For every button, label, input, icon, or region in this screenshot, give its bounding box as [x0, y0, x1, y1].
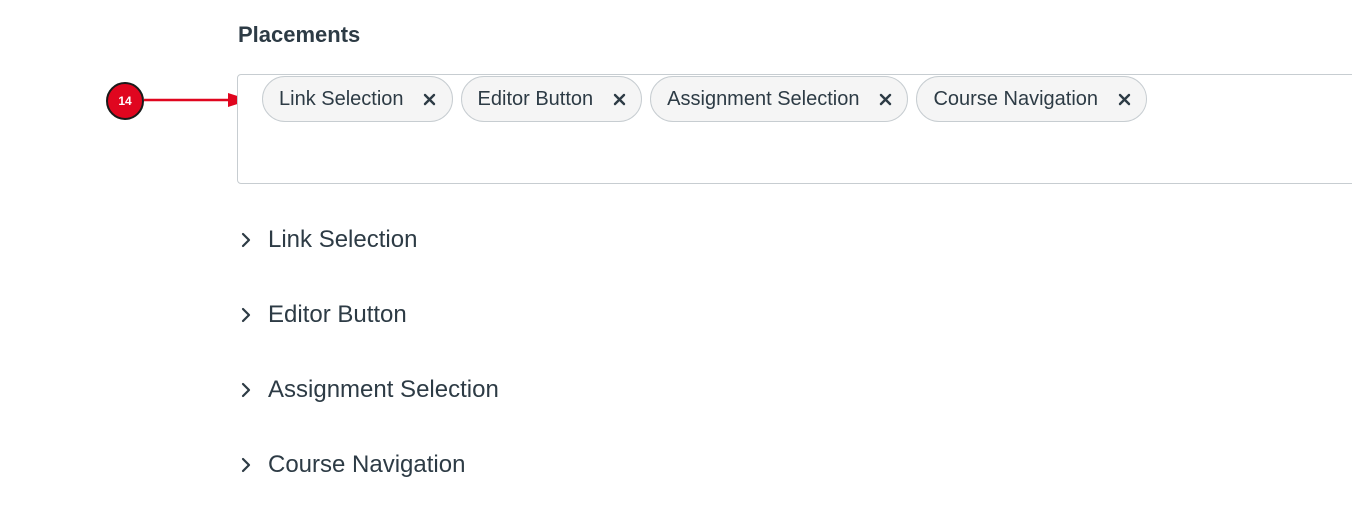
- callout-badge: 14: [106, 82, 144, 120]
- tag-course-navigation: Course Navigation: [916, 76, 1148, 122]
- placements-panel: Placements 14 Link Selection Editor Butt…: [0, 0, 1352, 508]
- tag-label: Link Selection: [279, 87, 404, 110]
- accordion-course-navigation[interactable]: Course Navigation: [240, 451, 465, 479]
- chevron-right-icon: [240, 381, 254, 399]
- chevron-right-icon: [240, 456, 254, 474]
- chevron-right-icon: [240, 231, 254, 249]
- tag-link-selection: Link Selection: [262, 76, 453, 122]
- close-icon[interactable]: [1116, 91, 1132, 107]
- accordion-label: Link Selection: [268, 226, 418, 253]
- accordion-label: Editor Button: [268, 301, 407, 328]
- tag-label: Assignment Selection: [667, 87, 860, 110]
- chevron-right-icon: [240, 306, 254, 324]
- close-icon[interactable]: [422, 91, 438, 107]
- accordion-link-selection[interactable]: Link Selection: [240, 226, 417, 254]
- accordion-editor-button[interactable]: Editor Button: [240, 301, 407, 329]
- tag-assignment-selection: Assignment Selection: [650, 76, 909, 122]
- close-icon[interactable]: [877, 91, 893, 107]
- accordion-label: Assignment Selection: [268, 376, 499, 403]
- section-title: Placements: [238, 22, 361, 47]
- close-icon[interactable]: [611, 91, 627, 107]
- tag-editor-button: Editor Button: [460, 76, 643, 122]
- selected-placements-list: Link Selection Editor Button Assignment …: [262, 76, 1148, 122]
- tag-label: Course Navigation: [933, 87, 1099, 110]
- accordion-label: Course Navigation: [268, 451, 466, 478]
- accordion-assignment-selection[interactable]: Assignment Selection: [240, 376, 499, 404]
- tag-label: Editor Button: [477, 87, 594, 110]
